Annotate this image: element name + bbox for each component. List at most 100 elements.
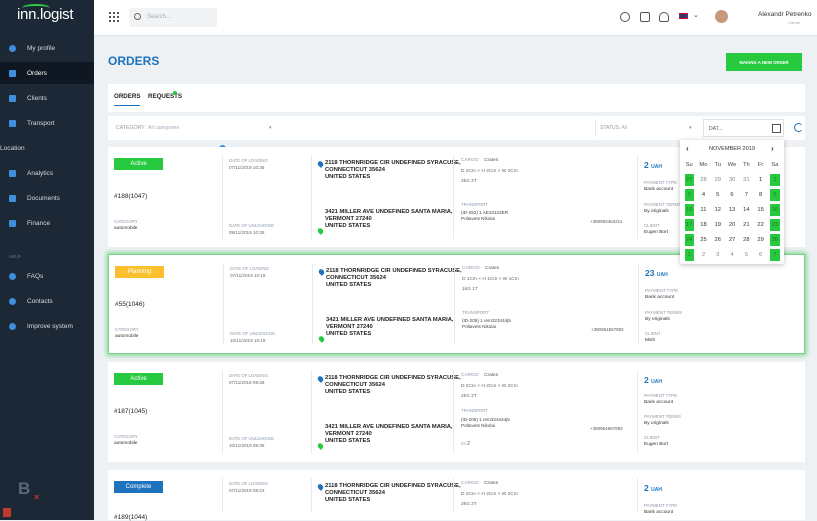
sidebar-item-label: Orders [27,69,47,77]
chat-icon[interactable] [620,12,630,22]
calendar-day[interactable]: 21 [739,217,753,232]
cargo-weight: 1kG 1T [462,287,478,292]
sidebar-item-label: FAQs [27,272,44,280]
calendar-day[interactable]: 1 [684,248,694,261]
sidebar-item-clients[interactable]: Clients [0,87,94,109]
calendar-day[interactable]: 13 [725,202,739,217]
truck-icon [9,119,16,127]
tab-orders[interactable]: ORDERS [114,93,141,106]
calendar-day[interactable]: 7 [770,248,780,261]
calendar-day[interactable]: 1 [753,172,767,187]
calendar-day[interactable]: 27 [684,173,694,186]
status-filter-select[interactable]: STATUS: All ▾ [595,119,695,137]
sidebar-item-contacts[interactable]: Contacts [0,290,94,312]
calendar-day[interactable]: 6 [753,247,767,262]
status-filter-label: STATUS: All [600,125,628,131]
calendar-day[interactable]: 25 [696,232,710,247]
search-input[interactable]: Search... [129,8,217,27]
calendar-day[interactable]: 11 [696,202,710,217]
unloading-date-label: DATE OF UNLOADING [229,223,275,228]
order-id[interactable]: #188(1047) [114,193,147,200]
sidebar-item-faqs[interactable]: FAQs [0,265,94,287]
calendar-day[interactable]: 5 [739,247,753,262]
calendar-day[interactable]: 14 [739,202,753,217]
sidebar-item-documents[interactable]: Documents [0,187,94,209]
order-id[interactable]: #55(1046) [115,301,145,308]
calendar-day[interactable]: 5 [711,187,725,202]
calendar-day[interactable]: 24 [684,233,694,246]
calendar-day[interactable]: 3 [684,188,694,201]
category-filter-select[interactable]: All categories [148,125,179,131]
order-card[interactable]: Complete #189(1044) DATE OF LOADING 07/1… [108,470,805,521]
driver-phone[interactable]: +380983463211 [590,219,622,224]
chevron-down-icon[interactable]: ▾ [269,125,272,131]
transport-info: (ID-205) 1 rem323444j5 Poltavets Nikolai [461,417,510,429]
loading-date-label: DATE OF LOADING [229,373,268,378]
driver-phone[interactable]: +380964567892 [590,426,623,431]
calendar-day[interactable]: 4 [696,187,710,202]
status-badge: Active [114,158,163,170]
calendar-day[interactable]: 16 [770,203,780,216]
payment-type-label: PAYMENT TYPE [644,503,678,508]
calendar-day[interactable]: 31 [739,172,753,187]
apps-grid-icon[interactable] [109,12,119,22]
order-card[interactable]: Active #187(1045) CATEGORY automobile DA… [108,362,805,462]
sidebar-item-improve-system[interactable]: Improve system [0,315,94,337]
sidebar-item-analytics[interactable]: Analytics [0,162,94,184]
calendar-day[interactable]: 7 [739,187,753,202]
payment-terms-label: PAYMENT TERMS [644,202,681,207]
calendar-day[interactable]: 12 [711,202,725,217]
sidebar-item-my-profile[interactable]: My profile [0,37,94,59]
driver-phone[interactable]: +380964567892 [591,327,624,332]
calendar-day[interactable]: 15 [753,202,767,217]
calendar-day[interactable]: 30 [770,233,780,246]
avatar[interactable] [715,10,728,23]
calendar-day[interactable]: 29 [711,172,725,187]
mail-icon[interactable] [640,12,650,22]
sidebar-item-transport[interactable]: Transport [0,112,94,134]
calendar-day[interactable]: 6 [725,187,739,202]
unloading-address: 3421 MILLER AVE UNDEFINED SANTA MARIA, VE… [325,209,453,230]
chevron-down-icon[interactable]: ⌄ [693,11,699,19]
headset-icon[interactable] [659,12,669,22]
calendar-day[interactable]: 2 [696,247,710,262]
comments-count[interactable]: ▭ 2 [461,441,470,447]
calendar-day[interactable]: 9 [770,188,780,201]
calendar-day[interactable]: 8 [753,187,767,202]
calendar-day[interactable]: 28 [696,172,710,187]
calendar-day[interactable]: 29 [753,232,767,247]
sidebar-item-orders[interactable]: Orders [0,62,94,84]
app-logo[interactable]: inn.logist [17,6,74,23]
calendar-day[interactable]: 4 [725,247,739,262]
sidebar-item-finance[interactable]: Finance [0,212,94,234]
calendar-day[interactable]: 18 [696,217,710,232]
calendar-day[interactable]: 23 [770,218,780,231]
calendar-day[interactable]: 26 [711,232,725,247]
sidebar-item-location[interactable]: Location [0,137,228,159]
calendar-day[interactable]: 30 [725,172,739,187]
status-badge: Complete [114,481,163,493]
calendar-icon[interactable] [772,124,781,133]
calendar-day[interactable]: 28 [739,232,753,247]
calendar-day[interactable]: 27 [725,232,739,247]
calendar-day[interactable]: 20 [725,217,739,232]
calendar-day[interactable]: 19 [711,217,725,232]
calendar-day[interactable]: 17 [684,218,694,231]
calendar-day[interactable]: 10 [684,203,694,216]
order-card[interactable]: Planning #55(1046) CATEGORY automobile D… [108,254,805,354]
chevron-right-icon[interactable]: › [771,144,774,153]
tab-requests[interactable]: REQUESTS [148,93,182,100]
calendar-day[interactable]: 2 [770,173,780,186]
user-name[interactable]: Alexandr Petrenko [758,11,811,18]
uk-flag-icon[interactable] [679,13,688,19]
make-new-order-button[interactable]: MAKING A NEW ORDER [726,53,802,71]
order-id[interactable]: #187(1045) [114,408,147,415]
calendar-day[interactable]: 3 [711,247,725,262]
calendar-day[interactable]: 22 [753,217,767,232]
refresh-icon[interactable] [794,123,803,132]
order-price: 2 UAH [644,375,662,385]
location-pin-icon [316,375,325,383]
divider [223,263,224,345]
loading-date-label: DATE OF LOADING [229,158,268,163]
cargo-weight: 2kG 2T [461,179,477,184]
